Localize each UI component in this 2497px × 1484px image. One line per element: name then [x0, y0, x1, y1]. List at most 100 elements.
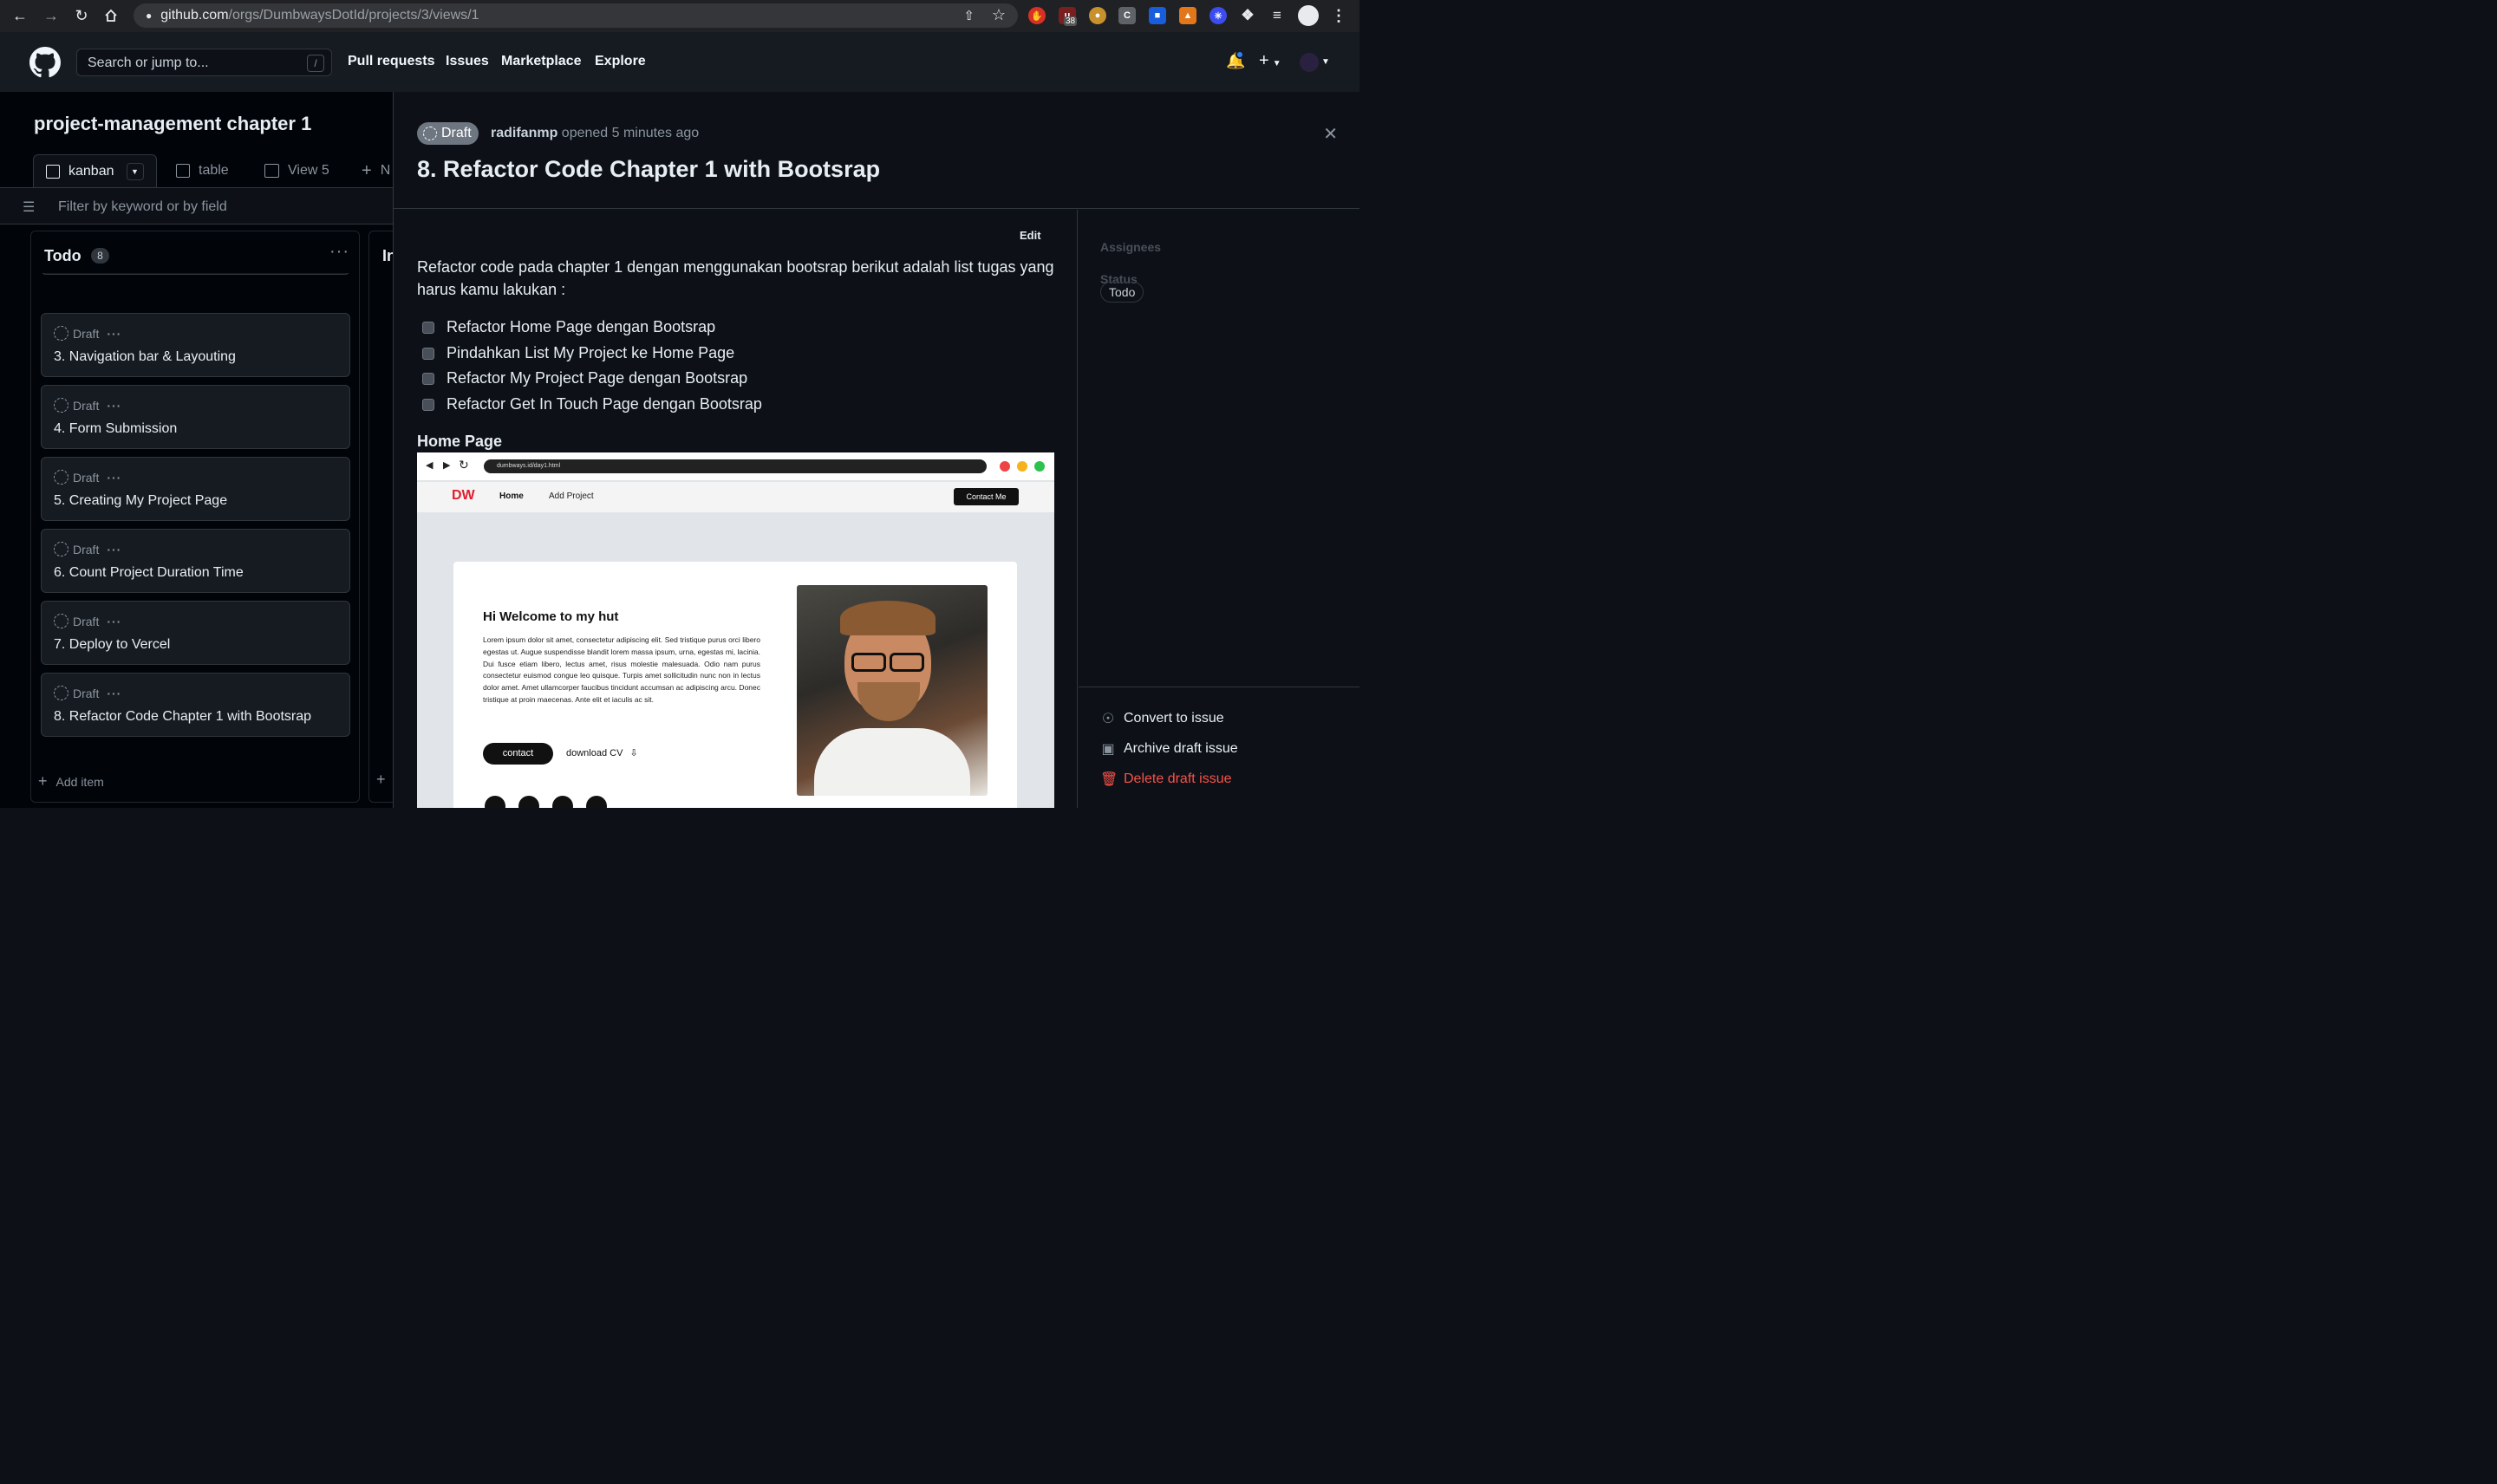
- draft-icon: [54, 398, 68, 413]
- photo-beard: [857, 682, 920, 721]
- instagram-icon: [518, 796, 539, 808]
- profile-avatar[interactable]: [1298, 5, 1319, 26]
- bookmark-star-icon[interactable]: ☆: [992, 6, 1006, 24]
- tab-view-5[interactable]: View 5: [264, 154, 329, 187]
- board-card[interactable]: Draft ··· 7. Deploy to Vercel: [41, 601, 350, 665]
- address-bar[interactable]: ● github.com/orgs/DumbwaysDotId/projects…: [134, 3, 1018, 28]
- status-badge[interactable]: Todo: [1100, 282, 1144, 303]
- avatar-chevron-down-icon[interactable]: ▼: [1321, 57, 1330, 67]
- twitter-icon: [586, 796, 607, 808]
- photo-glasses-right: [890, 653, 924, 672]
- convert-to-issue-button[interactable]: ☉ Convert to issue: [1100, 710, 1224, 727]
- nav-pull-requests[interactable]: Pull requests: [348, 54, 434, 69]
- card-menu-icon[interactable]: ···: [107, 399, 121, 413]
- next-column-title: In: [382, 247, 393, 264]
- embedded-screenshot: ◀ ▶ ↻ dumbways.id/day1.html DW Home Add …: [417, 452, 1054, 808]
- card-title[interactable]: 4. Form Submission: [54, 421, 177, 437]
- view-options-chevron-icon[interactable]: ▼: [126, 162, 144, 180]
- card-title[interactable]: 6. Count Project Duration Time: [54, 565, 244, 581]
- board-card[interactable]: Draft ··· 6. Count Project Duration Time: [41, 529, 350, 593]
- extension-c-icon[interactable]: C: [1118, 7, 1136, 24]
- table-icon: [264, 164, 279, 178]
- board-card[interactable]: Draft ··· 3. Navigation bar & Layouting: [41, 313, 350, 377]
- extension-shield-icon[interactable]: ✋: [1028, 7, 1046, 24]
- card-status-row: Draft ···: [54, 326, 121, 341]
- task-checkbox[interactable]: [422, 347, 434, 360]
- photo-hair: [840, 601, 936, 635]
- board-card[interactable]: Draft ··· 8. Refactor Code Chapter 1 with …: [41, 673, 350, 737]
- card-status-row: Draft ···: [54, 398, 121, 413]
- delete-draft-button[interactable]: 🗑 Delete draft issue: [1100, 771, 1232, 788]
- board-card[interactable]: Draft ··· 4. Form Submission: [41, 385, 350, 449]
- card-title[interactable]: 5. Creating My Project Page: [54, 493, 227, 509]
- reload-icon[interactable]: ↻: [67, 1, 96, 30]
- extension-cookie-icon[interactable]: ●: [1089, 7, 1106, 24]
- mock-hero-text: Lorem ipsum dolor sit amet, consectetur …: [483, 635, 760, 704]
- download-icon: ⇩: [629, 748, 638, 758]
- archive-draft-button[interactable]: ▣ Archive draft issue: [1100, 740, 1237, 758]
- user-avatar[interactable]: [1300, 53, 1319, 72]
- mock-download-cv-label: download CV: [566, 748, 623, 758]
- notification-dot: [1235, 50, 1244, 59]
- share-icon[interactable]: ⇧: [963, 8, 975, 23]
- nav-issues[interactable]: Issues: [446, 54, 489, 69]
- browser-menu-icon[interactable]: ⋮: [1330, 7, 1347, 24]
- extension-sun-icon[interactable]: ✳: [1209, 7, 1227, 24]
- card-status-label: Draft: [73, 470, 100, 485]
- forward-icon[interactable]: →: [36, 1, 66, 30]
- back-icon[interactable]: ←: [5, 1, 35, 30]
- search-input[interactable]: Search or jump to... /: [76, 49, 332, 76]
- tab-kanban[interactable]: kanban ▼: [33, 154, 157, 187]
- board-card[interactable]: Draft ··· 5. Creating My Project Page: [41, 457, 350, 521]
- card-status-label: Draft: [73, 398, 100, 413]
- column-count-badge: 8: [91, 248, 109, 264]
- task-checkbox[interactable]: [422, 398, 434, 411]
- card-menu-icon[interactable]: ···: [107, 615, 121, 628]
- column-title: Todo: [44, 247, 81, 264]
- column-menu-icon[interactable]: ···: [329, 242, 349, 262]
- section-heading: Home Page: [417, 433, 503, 450]
- mock-hero-title: Hi Welcome to my hut: [483, 609, 619, 624]
- extension-metamask-icon[interactable]: ▲: [1179, 7, 1196, 24]
- facebook-icon: [552, 796, 573, 808]
- assignees-label[interactable]: Assignees: [1100, 240, 1161, 254]
- card-menu-icon[interactable]: ···: [107, 687, 121, 700]
- author-link[interactable]: radifanmp: [491, 126, 557, 140]
- filter-bar[interactable]: ☰ Filter by keyword or by field: [0, 188, 393, 225]
- nav-marketplace[interactable]: Marketplace: [501, 54, 582, 69]
- mock-hero-card: Hi Welcome to my hut Lorem ipsum dolor s…: [453, 562, 1017, 808]
- card-title[interactable]: 8. Refactor Code Chapter 1 with Bootsrap: [54, 709, 311, 725]
- home-icon[interactable]: [96, 1, 126, 30]
- extensions-puzzle-icon[interactable]: ❖: [1239, 7, 1256, 24]
- close-icon[interactable]: ✕: [1323, 123, 1338, 145]
- task-checkbox[interactable]: [422, 372, 434, 385]
- card-menu-icon[interactable]: ···: [107, 543, 121, 556]
- task-checkbox[interactable]: [422, 321, 434, 334]
- issue-opened-icon: ☉: [1101, 712, 1115, 726]
- mock-back-icon: ◀: [426, 460, 434, 471]
- nav-explore[interactable]: Explore: [595, 54, 646, 69]
- convert-label: Convert to issue: [1124, 711, 1224, 726]
- url-host: github.com: [160, 8, 229, 23]
- tab-table[interactable]: table: [176, 154, 229, 187]
- create-new-plus-icon[interactable]: + ▼: [1259, 51, 1281, 71]
- photo-glasses-left: [851, 653, 886, 672]
- media-queue-icon[interactable]: ≡: [1268, 7, 1286, 24]
- card-status-label: Draft: [73, 326, 100, 341]
- edit-button[interactable]: Edit: [1020, 229, 1041, 242]
- task-label: Refactor My Project Page dengan Bootsrap: [447, 369, 748, 387]
- new-view-button[interactable]: + N: [362, 154, 390, 187]
- browser-toolbar: ← → ↻ ● github.com/orgs/DumbwaysDotId/pr…: [0, 0, 1359, 32]
- plus-icon[interactable]: +: [376, 771, 386, 789]
- card-menu-icon[interactable]: ···: [107, 471, 121, 485]
- card-title[interactable]: 3. Navigation bar & Layouting: [54, 349, 236, 365]
- card-title[interactable]: 7. Deploy to Vercel: [54, 637, 170, 653]
- extension-badge: 38: [1064, 16, 1078, 26]
- card-menu-icon[interactable]: ···: [107, 327, 121, 341]
- search-placeholder: Search or jump to...: [88, 55, 209, 70]
- extension-bitwarden-icon[interactable]: ■: [1149, 7, 1166, 24]
- github-logo-icon[interactable]: [29, 47, 61, 82]
- draft-status-badge: Draft: [417, 122, 479, 145]
- add-item-button[interactable]: + Add item: [38, 772, 104, 791]
- draft-icon: [54, 614, 68, 628]
